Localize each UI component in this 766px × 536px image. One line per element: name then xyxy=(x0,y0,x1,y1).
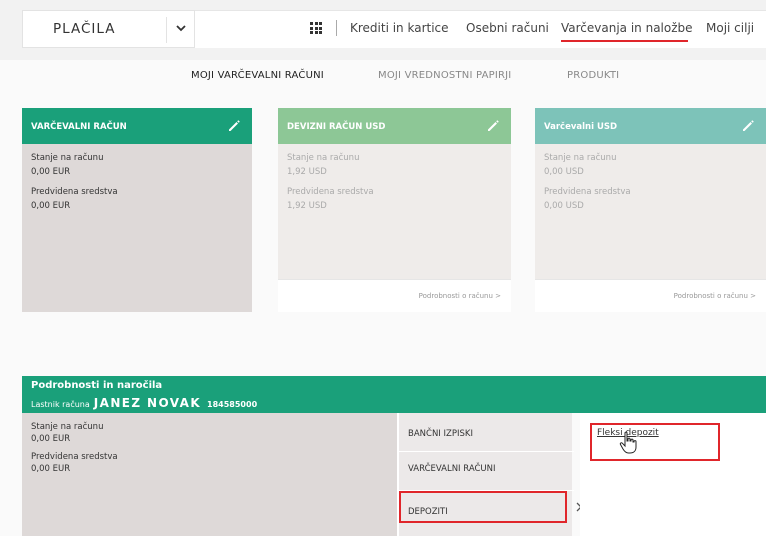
card-body: Stanje na računu 0,00 USD Predvidena sre… xyxy=(535,144,766,211)
account-details-link[interactable]: Podrobnosti o računu > xyxy=(419,292,501,300)
card-title: Varčevalni USD xyxy=(544,122,618,132)
submenu-highlight-box xyxy=(590,423,720,461)
edit-pencil-icon[interactable] xyxy=(485,117,501,133)
balance-label: Stanje na računu xyxy=(31,422,104,432)
nav-active-underline xyxy=(561,40,688,42)
balance-label: Stanje na računu xyxy=(287,153,360,163)
owner-label: Lastnik računa xyxy=(31,400,90,409)
nav-link-krediti[interactable]: Krediti in kartice xyxy=(350,21,449,35)
planned-value: 0,00 EUR xyxy=(31,464,71,474)
planned-label: Predvidena sredstva xyxy=(31,187,118,197)
details-title: Podrobnosti in naročila xyxy=(31,380,163,391)
card-header: Varčevalni USD xyxy=(535,108,766,144)
balance-value: 0,00 USD xyxy=(544,167,584,177)
card-title: VARČEVALNI RAČUN xyxy=(31,122,127,132)
account-card-varcevalni[interactable]: VARČEVALNI RAČUN Stanje na računu 0,00 E… xyxy=(22,108,252,312)
account-number: 184585000 xyxy=(207,400,258,409)
account-owner: Lastnik računa JANEZ NOVAK 184585000 xyxy=(31,396,257,410)
nav-link-moji-cilji[interactable]: Moji cilji xyxy=(706,21,754,35)
planned-label: Predvidena sredstva xyxy=(31,452,118,462)
tab-moji-varcevalni-racuni[interactable]: MOJI VARČEVALNI RAČUNI xyxy=(191,70,324,81)
account-card-varcevalni-usd[interactable]: Varčevalni USD Stanje na računu 0,00 USD… xyxy=(535,108,766,312)
card-header: DEVIZNI RAČUN USD xyxy=(278,108,511,144)
planned-label: Predvidena sredstva xyxy=(287,187,374,197)
account-details-link[interactable]: Podrobnosti o računu > xyxy=(674,292,756,300)
account-card-devizni-usd[interactable]: DEVIZNI RAČUN USD Stanje na računu 1,92 … xyxy=(278,108,511,312)
tab-produkti[interactable]: PRODUKTI xyxy=(567,70,619,81)
balance-value: 0,00 EUR xyxy=(31,167,71,177)
planned-value: 0,00 USD xyxy=(544,201,584,211)
balance-value: 0,00 EUR xyxy=(31,434,71,444)
dropdown-divider xyxy=(166,17,167,43)
chevron-down-icon[interactable] xyxy=(176,24,186,35)
balance-label: Stanje na računu xyxy=(31,153,104,163)
card-body: Stanje na računu 1,92 USD Predvidena sre… xyxy=(278,144,511,211)
planned-value: 0,00 EUR xyxy=(31,201,71,211)
balance-label: Stanje na računu xyxy=(544,153,617,163)
nav-separator xyxy=(336,20,337,36)
section-dropdown[interactable]: PLAČILA xyxy=(22,10,195,48)
section-dropdown-label: PLAČILA xyxy=(53,21,116,37)
planned-label: Predvidena sredstva xyxy=(544,187,631,197)
menu-item-varcevalni-racuni[interactable]: VARČEVALNI RAČUNI xyxy=(408,464,496,474)
card-title: DEVIZNI RAČUN USD xyxy=(287,122,386,132)
menu-divider xyxy=(399,451,574,452)
card-header: VARČEVALNI RAČUN xyxy=(22,108,252,144)
card-body: Stanje na računu 0,00 EUR Predvidena sre… xyxy=(22,144,252,211)
hand-cursor-icon xyxy=(619,431,637,454)
details-summary: Stanje na računu 0,00 EUR Predvidena sre… xyxy=(22,413,397,536)
nav-link-osebni-racuni[interactable]: Osebni računi xyxy=(466,21,549,35)
card-footer-details-link[interactable]: Podrobnosti o računu > xyxy=(278,279,511,312)
apps-grid-icon[interactable] xyxy=(310,22,322,34)
tab-moji-vrednostni-papirji[interactable]: MOJI VREDNOSTNI PAPIRJI xyxy=(378,70,511,81)
nav-link-varcevanja[interactable]: Varčevanja in naložbe xyxy=(561,21,693,35)
planned-value: 1,92 USD xyxy=(287,201,327,211)
edit-pencil-icon[interactable] xyxy=(740,117,756,133)
details-header: Podrobnosti in naročila Lastnik računa JA… xyxy=(22,376,766,413)
edit-pencil-icon[interactable] xyxy=(226,117,242,133)
menu-highlight-box xyxy=(399,491,567,523)
menu-item-bancni-izpiski[interactable]: BANČNI IZPISKI xyxy=(408,429,473,439)
card-footer-details-link[interactable]: Podrobnosti o računu > xyxy=(535,279,766,312)
balance-value: 1,92 USD xyxy=(287,167,327,177)
owner-name: JANEZ NOVAK xyxy=(93,396,202,410)
